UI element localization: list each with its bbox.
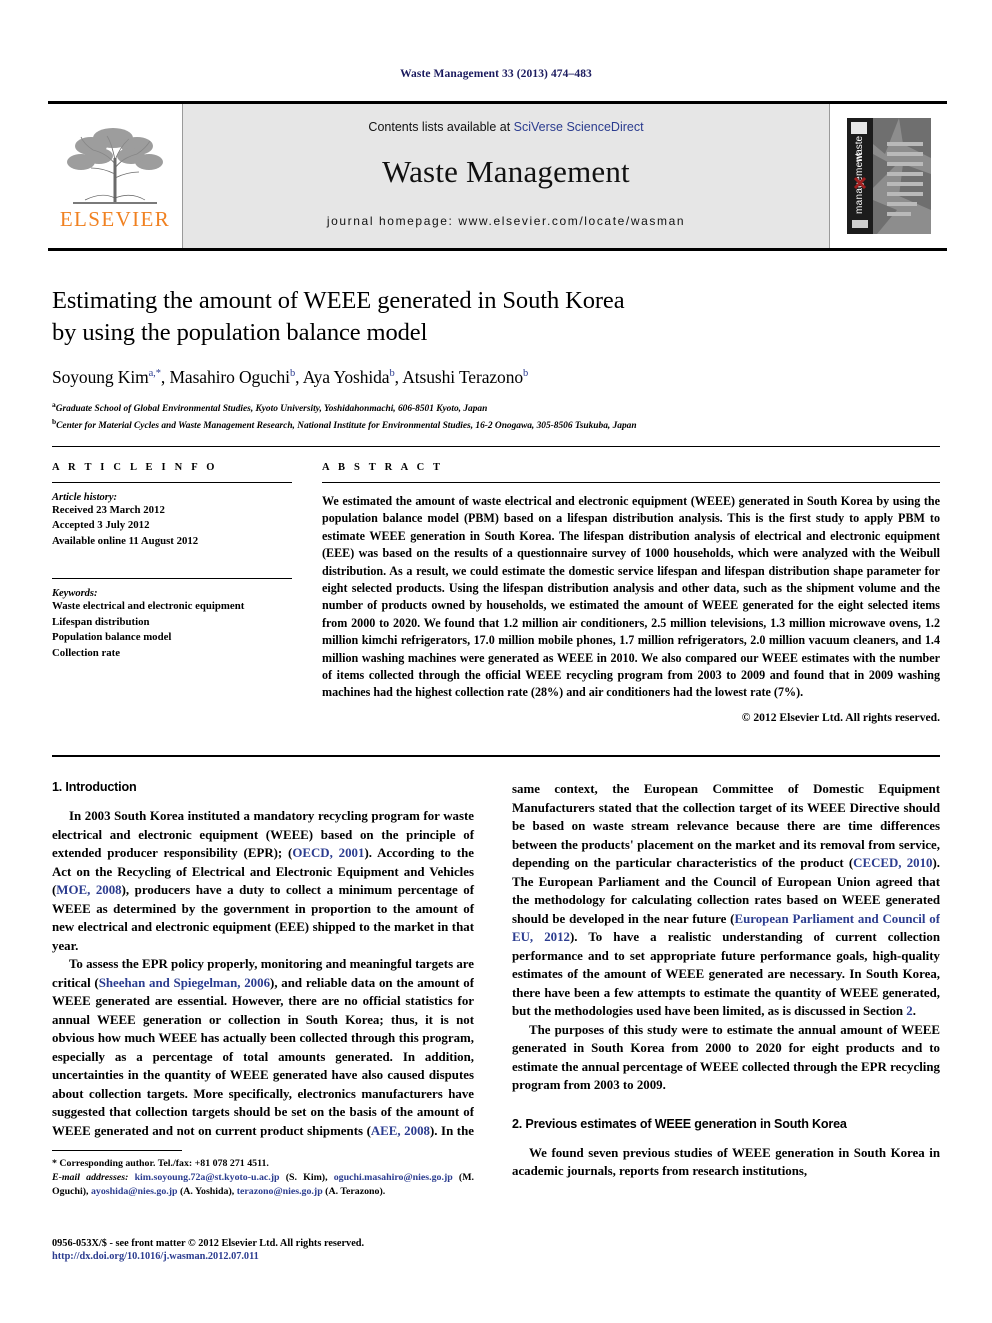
keyword-item: Population balance model <box>52 631 172 644</box>
section-heading-previous-estimates: 2. Previous estimates of WEEE generation… <box>512 1116 847 1131</box>
paragraph-text: . <box>912 1004 916 1019</box>
journal-title: Waste Management <box>382 154 630 189</box>
elsevier-logo: ELSEVIER <box>48 104 183 248</box>
abstract-panel: A B S T R A C T We estimated the amount … <box>322 462 940 724</box>
article-history-label: Article history: <box>52 492 118 503</box>
author-affil-marker: b <box>289 367 296 379</box>
article-history-item: Accepted 3 July 2012 <box>52 519 150 532</box>
author-name: Soyoung Kim <box>52 366 149 387</box>
body-column-right: To assess the EPR policy properly, monit… <box>512 780 940 1181</box>
footnote-rule <box>52 1150 182 1151</box>
body-column-left: 1. Introduction In 2003 South Korea inst… <box>52 780 474 1140</box>
page-title: Estimating the amount of WEEE generated … <box>52 285 912 349</box>
abstract-heading: A B S T R A C T <box>322 462 444 473</box>
keyword-item: Waste electrical and electronic equipmen… <box>52 600 245 613</box>
journal-cover: management waste <box>829 104 947 248</box>
article-history-item: Available online 11 August 2012 <box>52 534 199 547</box>
footnote-block: * Corresponding author. Tel./fax: +81 07… <box>52 1150 474 1199</box>
email-owner: (A. Terazono). <box>322 1186 386 1198</box>
author-list: Soyoung Kima,*, Masahiro Oguchib, Aya Yo… <box>52 366 529 387</box>
citation-link[interactable]: Sheehan and Spiegelman, 2006 <box>99 976 270 990</box>
paragraph-text: ). To have a realistic understanding of … <box>512 930 940 1019</box>
paragraph-intro-1: In 2003 South Korea instituted a mandato… <box>52 807 474 955</box>
abstract-copyright: © 2012 Elsevier Ltd. All rights reserved… <box>741 710 940 724</box>
author-name: Atsushi Terazono <box>402 366 523 387</box>
article-info-rule <box>52 482 292 483</box>
paragraph-intro-2: To assess the EPR policy properly, monit… <box>52 955 474 1140</box>
email-addresses-note: E-mail addresses: kim.soyoung.72a@st.kyo… <box>52 1171 474 1199</box>
affiliation-item: aGraduate School of Global Environmental… <box>52 399 912 416</box>
email-link[interactable]: kim.soyoung.72a@st.kyoto-u.ac.jp <box>135 1172 280 1183</box>
abstract-rule <box>322 482 940 483</box>
article-info-heading: A R T I C L E I N F O <box>52 462 218 473</box>
citation-link[interactable]: CECED, 2010 <box>853 856 932 870</box>
paragraph-intro-2-cont: To assess the EPR policy properly, monit… <box>512 780 940 1021</box>
citation-link[interactable]: AEE, 2008 <box>371 1124 430 1138</box>
article-page: Waste Management 33 (2013) 474–483 ELSEV… <box>0 0 992 1323</box>
running-head: Waste Management 33 (2013) 474–483 <box>400 68 592 80</box>
affiliation-list: aGraduate School of Global Environmental… <box>52 399 912 433</box>
article-info-panel: A R T I C L E I N F O Article history: R… <box>52 462 292 661</box>
author-affil-marker: b <box>389 367 395 379</box>
contents-available-line: Contents lists available at SciVerse Sci… <box>368 120 643 134</box>
affiliation-text: Center for Material Cycles and Waste Man… <box>56 421 637 432</box>
page-footer: 0956-053X/$ - see front matter © 2012 El… <box>52 1238 522 1262</box>
svg-text:waste: waste <box>854 135 865 163</box>
email-owner: (S. Kim), <box>279 1172 334 1184</box>
elsevier-tree-icon <box>67 128 163 204</box>
article-history-item: Received 23 March 2012 <box>52 504 165 516</box>
paragraph-sec2-1: We found seven previous studies of WEEE … <box>512 1144 940 1181</box>
keyword-item: Collection rate <box>52 646 121 659</box>
paragraph-text: The purposes of this study were to estim… <box>512 1022 940 1093</box>
journal-cover-thumbnail-icon: management waste <box>842 114 935 238</box>
email-label: E-mail addresses: <box>52 1172 129 1184</box>
paragraph-text: ), and reliable data on the amount of WE… <box>52 975 474 1138</box>
issn-copyright-line: 0956-053X/$ - see front matter © 2012 El… <box>52 1238 365 1249</box>
journal-masthead: ELSEVIER Contents lists available at Sci… <box>48 101 947 251</box>
affiliation-item: bCenter for Material Cycles and Waste Ma… <box>52 416 912 433</box>
citation-link[interactable]: OECD, 2001 <box>292 846 364 860</box>
journal-homepage-link[interactable]: journal homepage: www.elsevier.com/locat… <box>327 214 685 228</box>
section-heading-introduction: 1. Introduction <box>52 780 137 794</box>
sciencedirect-link[interactable]: SciVerse ScienceDirect <box>514 120 644 134</box>
author-affil-marker: b <box>523 367 529 379</box>
author-name: Masahiro Oguchi <box>169 366 290 387</box>
keywords-rule <box>52 578 292 580</box>
paragraph-intro-3: The purposes of this study were to estim… <box>512 1021 940 1095</box>
title-line-1: Estimating the amount of WEEE generated … <box>52 287 625 314</box>
abstract-text: We estimated the amount of waste electri… <box>322 494 940 700</box>
author-name: Aya Yoshida <box>302 366 390 387</box>
elsevier-wordmark: ELSEVIER <box>59 207 171 231</box>
citation-link[interactable]: MOE, 2008 <box>56 883 121 897</box>
keywords-label: Keywords: <box>52 588 98 600</box>
email-link[interactable]: terazono@nies.go.jp <box>237 1186 323 1197</box>
affiliation-text: Graduate School of Global Environmental … <box>55 403 488 414</box>
abstract-band-bottom-rule <box>52 755 940 757</box>
title-block: Estimating the amount of WEEE generated … <box>52 285 912 433</box>
paragraph-text: We found seven previous studies of WEEE … <box>512 1145 940 1179</box>
author-affil-marker: a,* <box>148 367 161 379</box>
email-owner: (A. Yoshida), <box>177 1186 237 1198</box>
title-line-2: by using the population balance model <box>52 318 428 346</box>
abstract-band-top-rule <box>52 446 940 447</box>
email-link[interactable]: ayoshida@nies.go.jp <box>91 1186 178 1197</box>
contents-prefix: Contents lists available at <box>368 120 514 134</box>
doi-link[interactable]: http://dx.doi.org/10.1016/j.wasman.2012.… <box>52 1251 522 1262</box>
journal-header: Contents lists available at SciVerse Sci… <box>183 104 829 248</box>
corresponding-author-note: * Corresponding author. Tel./fax: +81 07… <box>52 1158 269 1169</box>
email-link[interactable]: oguchi.masahiro@nies.go.jp <box>334 1172 453 1183</box>
keyword-item: Lifespan distribution <box>52 615 150 628</box>
